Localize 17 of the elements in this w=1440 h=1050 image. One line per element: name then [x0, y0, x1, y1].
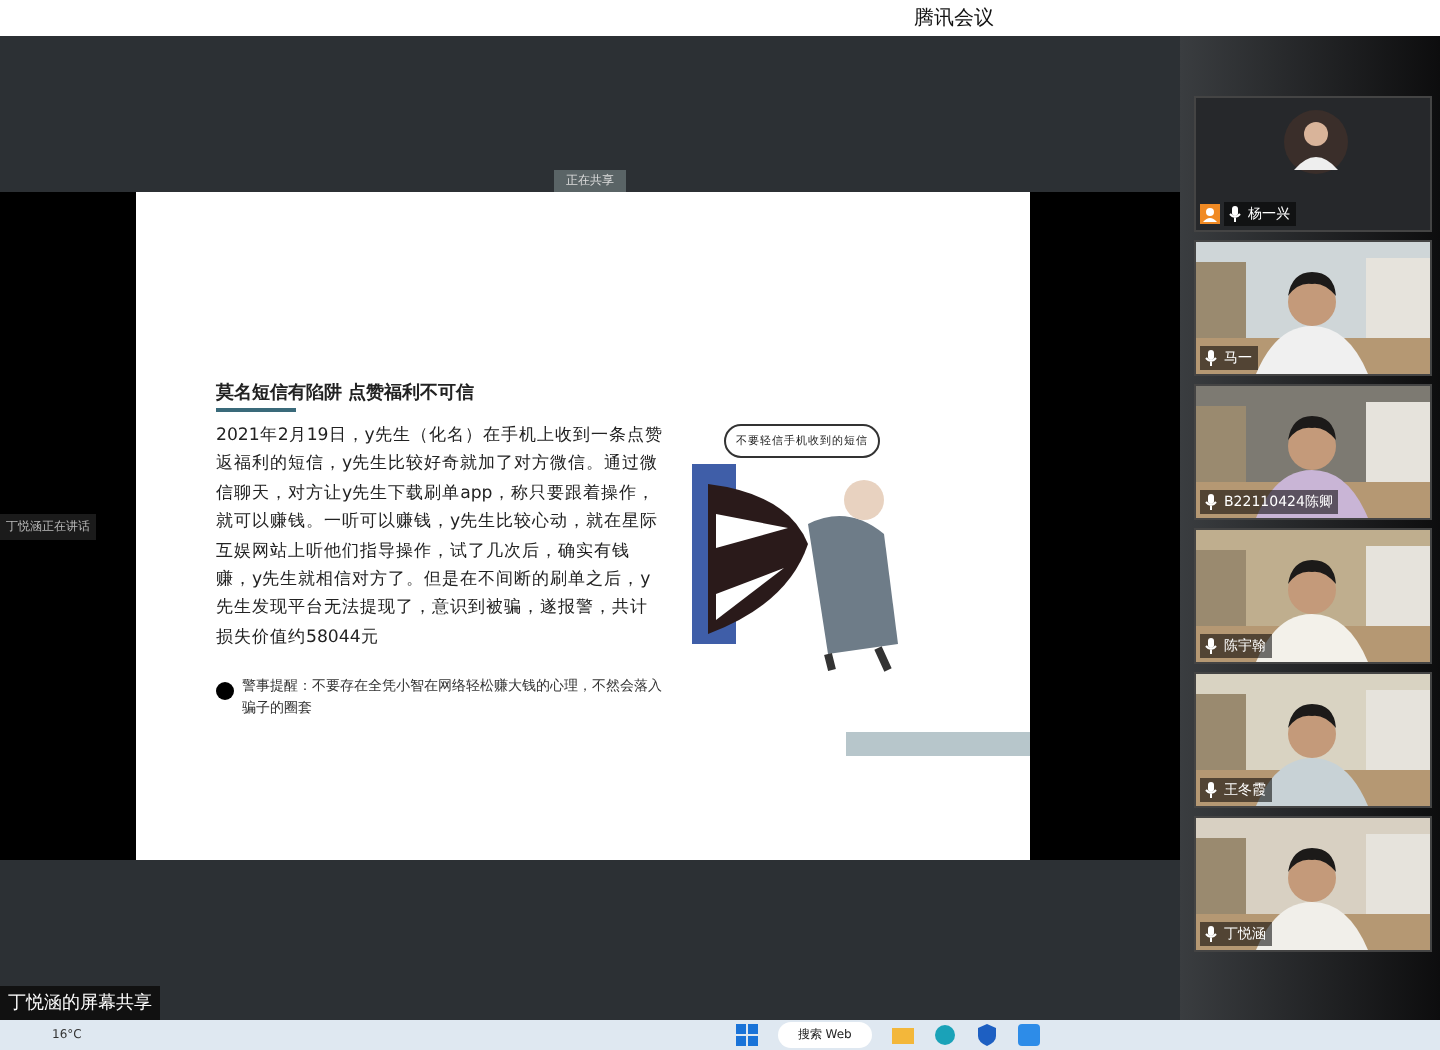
- avatar: [1284, 110, 1348, 174]
- folder-icon[interactable]: [891, 1024, 914, 1046]
- slide-heading: 莫名短信有陷阱 点赞福利不可信: [216, 380, 477, 406]
- microphone-icon: [1204, 926, 1218, 942]
- user-icon: [1200, 204, 1220, 224]
- bullet-icon: [216, 682, 234, 701]
- microphone-icon: [1228, 206, 1242, 222]
- windows-icon[interactable]: [735, 1024, 758, 1046]
- microphone-icon: [1204, 350, 1218, 366]
- microphone-icon: [1204, 782, 1218, 798]
- microphone-icon: [1204, 494, 1218, 510]
- browser-icon[interactable]: [933, 1024, 956, 1046]
- screen-share-label: 丁悦涵的屏幕共享: [0, 986, 160, 1020]
- slide-paragraph: 2021年2月19日，y先生（化名）在手机上收到一条点赞返福利的短信，y先生比较好奇就加了对方微信。通过微信聊天，对方让y先生下载刷单app，称只要跟着操作，就可以赚钱。一听可以赚钱，y先生比较心动，就在星际互娱网站上听他们指导操作，试了几次后，确实有钱赚，y先生就相信对方了。但是在不间断的刷单之后，y先生发现平台无法提现了，意识到被骗，遂报警，共计损失价值约58044元: [216, 423, 664, 652]
- window-title: 腾讯会议: [914, 5, 994, 32]
- microphone-icon: [1204, 638, 1218, 654]
- shield-icon[interactable]: [975, 1024, 998, 1046]
